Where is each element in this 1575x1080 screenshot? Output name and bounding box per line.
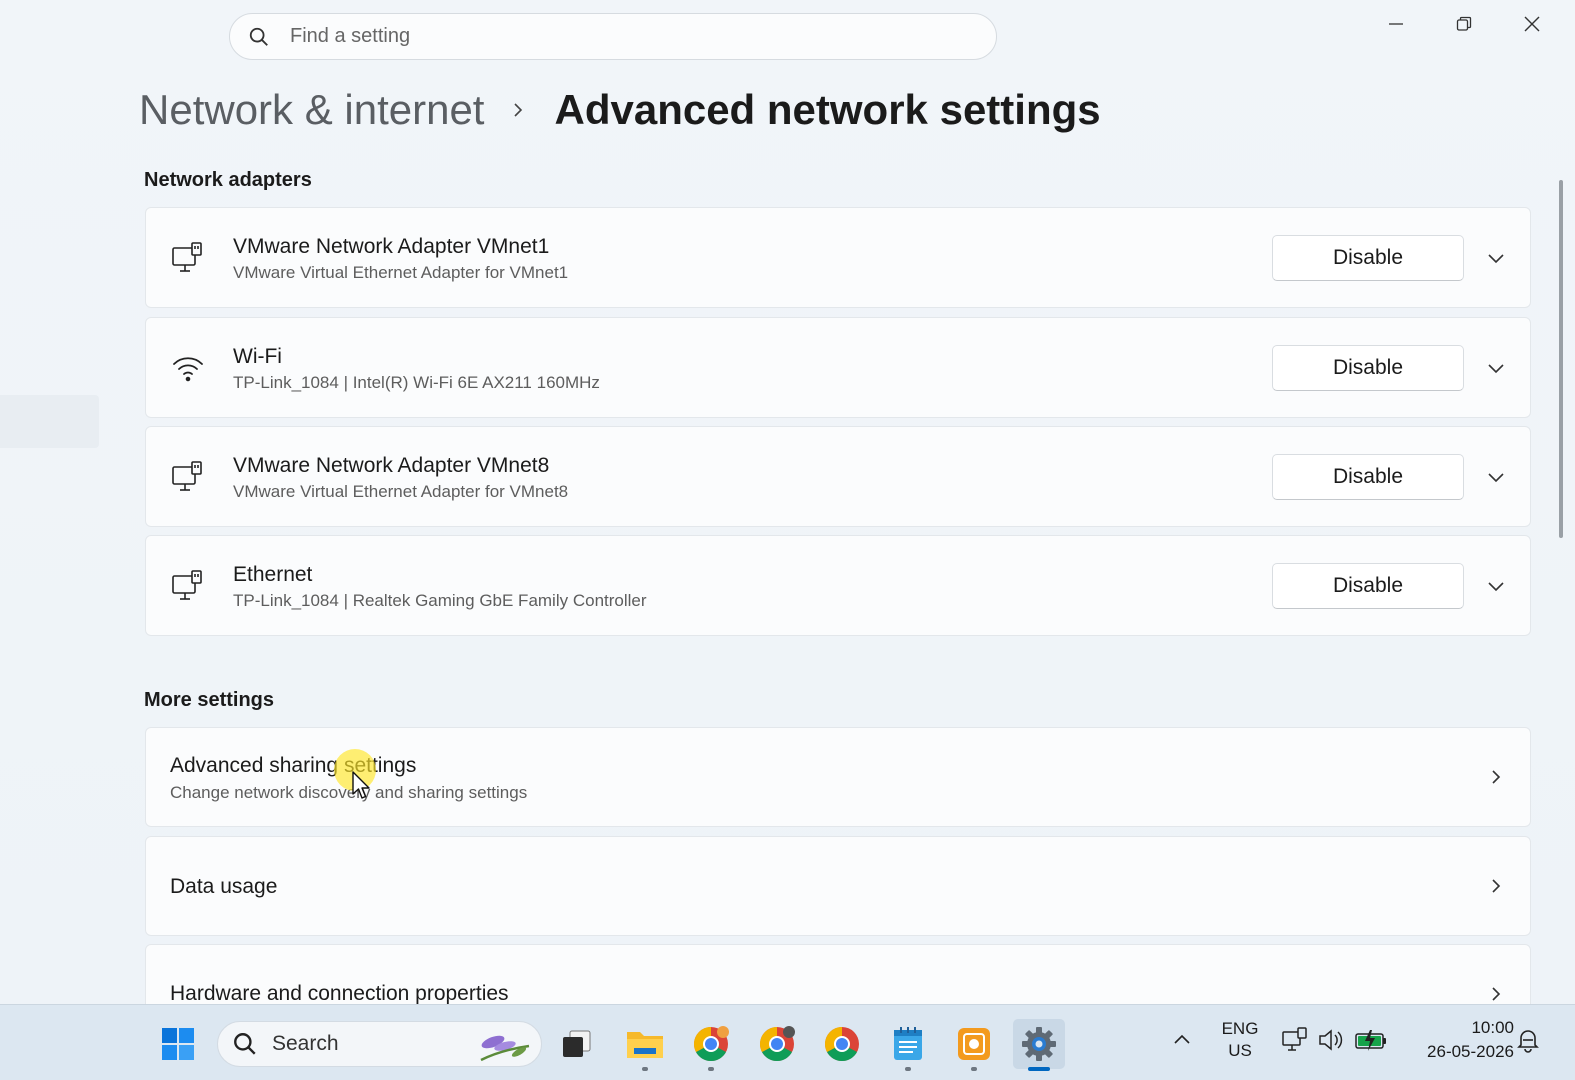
search-icon bbox=[234, 1033, 256, 1055]
ethernet-icon bbox=[172, 242, 202, 272]
breadcrumb: Network & internet Advanced network sett… bbox=[139, 86, 1101, 134]
active-indicator bbox=[1028, 1067, 1050, 1071]
chrome-icon bbox=[825, 1027, 859, 1061]
disable-button[interactable]: Disable bbox=[1272, 345, 1464, 391]
taskbar-search-label: Search bbox=[272, 1032, 339, 1055]
volume-tray-button[interactable] bbox=[1317, 1026, 1345, 1054]
network-adapters-heading: Network adapters bbox=[144, 169, 312, 191]
adapter-name: VMware Network Adapter VMnet1 bbox=[233, 235, 550, 258]
row-title: Hardware and connection properties bbox=[170, 982, 509, 1005]
adapter-name: Wi-Fi bbox=[233, 345, 282, 368]
start-button[interactable] bbox=[152, 1019, 204, 1069]
clock-date: 26-05-2026 bbox=[1427, 1042, 1514, 1061]
running-indicator bbox=[642, 1067, 648, 1071]
settings-search-box[interactable] bbox=[229, 13, 997, 60]
adapter-name: Ethernet bbox=[233, 563, 313, 586]
volume-icon bbox=[1319, 1029, 1343, 1051]
adapter-card[interactable]: VMware Network Adapter VMnet1 VMware Vir… bbox=[145, 207, 1531, 308]
battery-charging-icon bbox=[1355, 1030, 1386, 1051]
notepad-icon bbox=[894, 1027, 922, 1060]
adapter-card[interactable]: VMware Network Adapter VMnet8 VMware Vir… bbox=[145, 426, 1531, 527]
notifications-button[interactable] bbox=[1514, 1026, 1542, 1054]
snipping-tool-button[interactable] bbox=[948, 1019, 1000, 1071]
chrome-button[interactable] bbox=[685, 1019, 737, 1071]
running-indicator bbox=[971, 1067, 977, 1071]
taskbar-search[interactable]: Search bbox=[217, 1021, 542, 1067]
adapter-card[interactable]: Ethernet TP-Link_1084 | Realtek Gaming G… bbox=[145, 535, 1531, 636]
disable-button[interactable]: Disable bbox=[1272, 235, 1464, 281]
clock-time: 10:00 bbox=[1471, 1018, 1514, 1037]
vertical-scrollbar[interactable] bbox=[1559, 180, 1563, 538]
chevron-right-icon bbox=[1484, 765, 1508, 789]
chrome-icon bbox=[694, 1026, 729, 1061]
task-view-icon bbox=[563, 1030, 591, 1057]
chrome-button[interactable] bbox=[751, 1019, 803, 1069]
search-input[interactable] bbox=[290, 25, 940, 48]
settings-button[interactable] bbox=[1013, 1019, 1065, 1071]
clock[interactable]: 10:00 26-05-2026 bbox=[1404, 1016, 1514, 1064]
network-tray-button[interactable] bbox=[1281, 1026, 1309, 1054]
chevron-up-icon bbox=[1174, 1034, 1190, 1044]
row-title: Data usage bbox=[170, 875, 278, 898]
minimize-icon bbox=[1389, 23, 1403, 25]
adapter-card[interactable]: Wi-Fi TP-Link_1084 | Intel(R) Wi-Fi 6E A… bbox=[145, 317, 1531, 418]
settings-window: Network & internet Advanced network sett… bbox=[0, 0, 1575, 1024]
restore-icon bbox=[1456, 16, 1472, 31]
adapter-description: VMware Virtual Ethernet Adapter for VMne… bbox=[233, 263, 569, 282]
close-icon bbox=[1524, 16, 1540, 32]
chrome-button[interactable] bbox=[816, 1019, 868, 1069]
adapter-description: TP-Link_1084 | Realtek Gaming GbE Family… bbox=[233, 591, 647, 610]
ethernet-icon bbox=[172, 461, 202, 491]
start-icon bbox=[162, 1028, 194, 1060]
search-highlight-art-icon bbox=[480, 1035, 530, 1062]
adapter-description: TP-Link_1084 | Intel(R) Wi-Fi 6E AX211 1… bbox=[233, 373, 600, 392]
adapter-description: VMware Virtual Ethernet Adapter for VMne… bbox=[233, 482, 569, 501]
mouse-cursor-icon bbox=[352, 771, 370, 799]
language-indicator[interactable]: ENG US bbox=[1220, 1018, 1260, 1062]
snipping-tool-icon bbox=[958, 1028, 990, 1060]
restore-button[interactable] bbox=[1434, 8, 1494, 40]
chevron-down-icon[interactable] bbox=[1484, 574, 1508, 598]
ethernet-icon bbox=[172, 570, 202, 600]
notepad-button[interactable] bbox=[882, 1019, 934, 1071]
show-hidden-icons-button[interactable] bbox=[1168, 1026, 1196, 1054]
file-explorer-button[interactable] bbox=[619, 1019, 671, 1071]
running-indicator bbox=[905, 1067, 911, 1071]
settings-icon bbox=[1022, 1027, 1056, 1061]
chevron-right-icon bbox=[1484, 874, 1508, 898]
close-button[interactable] bbox=[1502, 8, 1562, 40]
chevron-down-icon[interactable] bbox=[1484, 246, 1508, 270]
task-view-button[interactable] bbox=[551, 1019, 603, 1069]
disable-button[interactable]: Disable bbox=[1272, 454, 1464, 500]
adapter-name: VMware Network Adapter VMnet8 bbox=[233, 454, 550, 477]
language-code: ENG bbox=[1221, 1019, 1259, 1038]
network-icon bbox=[1282, 1027, 1307, 1051]
chevron-right-icon bbox=[1484, 982, 1508, 1006]
more-settings-heading: More settings bbox=[144, 689, 275, 711]
sidebar-selected-item[interactable] bbox=[0, 395, 99, 448]
breadcrumb-parent-link[interactable]: Network & internet bbox=[139, 86, 484, 134]
breadcrumb-chevron-icon bbox=[510, 102, 526, 118]
file-explorer-icon bbox=[627, 1032, 663, 1058]
chevron-down-icon[interactable] bbox=[1484, 356, 1508, 380]
chevron-down-icon[interactable] bbox=[1484, 465, 1508, 489]
notification-bell-icon bbox=[1517, 1030, 1539, 1053]
running-indicator bbox=[708, 1067, 714, 1071]
data-usage-row[interactable]: Data usage bbox=[145, 836, 1531, 936]
chrome-icon bbox=[760, 1026, 795, 1061]
search-icon bbox=[249, 27, 268, 46]
wifi-icon bbox=[173, 357, 203, 382]
minimize-button[interactable] bbox=[1366, 8, 1426, 40]
battery-tray-button[interactable] bbox=[1354, 1026, 1388, 1054]
page-title: Advanced network settings bbox=[554, 86, 1101, 133]
disable-button[interactable]: Disable bbox=[1272, 563, 1464, 609]
language-region: US bbox=[1228, 1041, 1252, 1060]
